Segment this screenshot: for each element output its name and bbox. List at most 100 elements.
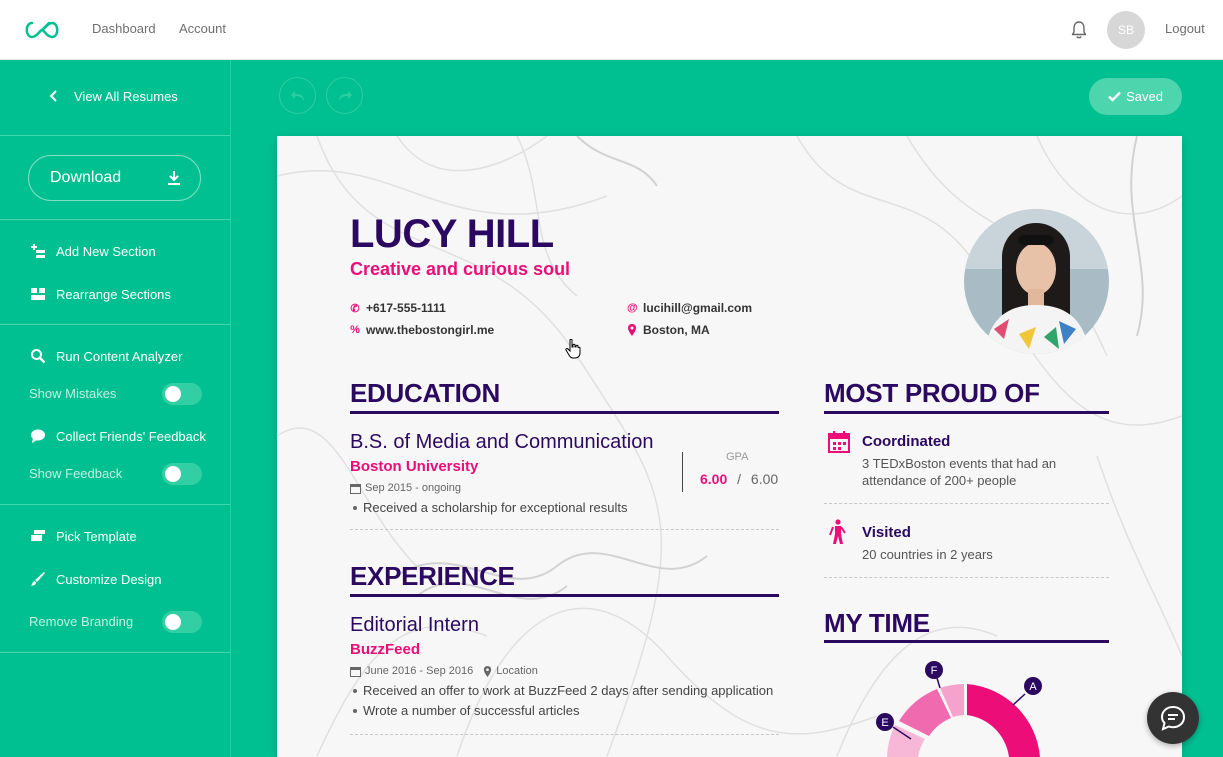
website-contact[interactable]: % www.thebostongirl.me (350, 323, 494, 337)
experience-bullet[interactable]: Received an offer to work at BuzzFeed 2 … (353, 683, 773, 698)
divider (0, 135, 230, 136)
chat-button[interactable] (1147, 692, 1199, 744)
show-mistakes-label: Show Mistakes (29, 386, 117, 401)
checkmark-icon (1108, 91, 1121, 102)
divider (0, 504, 230, 505)
profile-photo-illustration (964, 209, 1109, 354)
my-time-title[interactable]: MY TIME (824, 608, 930, 639)
logo-infinity-icon[interactable] (22, 18, 62, 42)
at-icon: @ (627, 302, 638, 314)
customize-design-button[interactable]: Customize Design (30, 571, 162, 587)
calendar-icon (350, 666, 361, 677)
chat-bubble-icon (31, 429, 45, 443)
remove-branding-label: Remove Branding (29, 614, 134, 629)
divider (350, 529, 779, 530)
add-section-button[interactable]: Add New Section (30, 243, 156, 259)
gpa-divider (682, 452, 683, 492)
experience-meta[interactable]: June 2016 - Sep 2016 Location (350, 665, 538, 677)
chat-icon (1160, 705, 1186, 731)
profile-photo[interactable] (964, 209, 1109, 354)
avatar[interactable]: SB (1107, 11, 1145, 49)
show-mistakes-toggle[interactable] (162, 383, 202, 405)
rearrange-sections-button[interactable]: Rearrange Sections (30, 286, 171, 302)
phone-icon: ✆ (350, 302, 360, 315)
hand-cursor-icon (565, 339, 581, 359)
redo-icon (338, 90, 352, 101)
degree-title[interactable]: B.S. of Media and Communication (350, 431, 654, 454)
education-title[interactable]: EDUCATION (350, 378, 500, 409)
proud-item-desc[interactable]: 3 TEDxBoston events that had an (862, 455, 1056, 472)
link-icon: % (350, 324, 360, 336)
rearrange-icon (31, 288, 45, 300)
analyzer-label: Run Content Analyzer (56, 348, 183, 364)
divider (350, 734, 779, 735)
add-section-label: Add New Section (56, 243, 156, 259)
logout-link[interactable]: Logout (1165, 21, 1205, 36)
education-dates-text: Sep 2015 - ongoing (365, 482, 462, 494)
proud-item-desc[interactable]: 20 countries in 2 years (862, 546, 993, 563)
phone-contact[interactable]: ✆ +617-555-1111 (350, 301, 446, 315)
proud-item-title[interactable]: Coordinated (862, 433, 950, 450)
label-a: A (1029, 681, 1037, 693)
nav-account[interactable]: Account (179, 21, 226, 36)
divider (824, 577, 1109, 578)
feedback-label: Collect Friends' Feedback (56, 428, 206, 444)
collect-feedback-button[interactable]: Collect Friends' Feedback (30, 428, 206, 444)
download-button[interactable]: Download (28, 155, 201, 201)
divider (0, 324, 230, 325)
rearrange-label: Rearrange Sections (56, 286, 171, 302)
phone-text: +617-555-1111 (366, 301, 446, 315)
location-text: Boston, MA (643, 323, 710, 337)
undo-button[interactable] (279, 77, 316, 114)
download-label: Download (50, 169, 122, 186)
my-time-donut[interactable]: A E F (867, 661, 1067, 757)
pick-template-label: Pick Template (56, 528, 137, 544)
location-contact[interactable]: Boston, MA (627, 323, 710, 337)
calendar-icon (828, 431, 850, 453)
nav-dashboard[interactable]: Dashboard (92, 21, 156, 36)
bell-icon[interactable] (1069, 20, 1089, 40)
saved-button[interactable]: Saved (1089, 78, 1182, 115)
customize-label: Customize Design (56, 571, 162, 587)
gpa-max: 6.00 (750, 471, 779, 487)
resume-canvas[interactable]: LUCY HILL Creative and curious soul ✆ +6… (277, 136, 1182, 757)
resume-name[interactable]: LUCY HILL (350, 212, 554, 257)
experience-bullet[interactable]: Wrote a number of successful articles (353, 703, 580, 718)
divider (0, 652, 230, 653)
gpa-separator: / (737, 471, 742, 487)
show-feedback-toggle[interactable] (162, 463, 202, 485)
content-analyzer-button[interactable]: Run Content Analyzer (30, 348, 182, 364)
view-all-resumes-link[interactable]: View All Resumes (46, 88, 178, 104)
donut-segment-e (899, 689, 951, 736)
gpa-label: GPA (726, 451, 749, 463)
pick-template-button[interactable]: Pick Template (30, 528, 137, 544)
add-section-icon (31, 244, 45, 258)
company-name[interactable]: BuzzFeed (350, 641, 420, 658)
proud-title[interactable]: MOST PROUD OF (824, 378, 1040, 409)
resume-tagline[interactable]: Creative and curious soul (350, 259, 570, 280)
redo-button[interactable] (326, 77, 363, 114)
my-time-rule (824, 640, 1109, 643)
experience-title[interactable]: EXPERIENCE (350, 561, 515, 592)
email-contact[interactable]: @ lucihill@gmail.com (627, 301, 752, 315)
gpa-value[interactable]: 6.00 / 6.00 (700, 471, 778, 487)
education-rule (350, 411, 779, 414)
bullet-dot (353, 688, 357, 693)
template-icon (31, 530, 45, 541)
map-pin-icon (628, 324, 636, 336)
school-name[interactable]: Boston University (350, 458, 478, 475)
show-feedback-label: Show Feedback (29, 466, 123, 481)
top-bar: Dashboard Account SB Logout (0, 0, 1223, 60)
education-dates[interactable]: Sep 2015 - ongoing (350, 482, 461, 494)
role-title[interactable]: Editorial Intern (350, 614, 479, 637)
calendar-icon (350, 483, 361, 494)
remove-branding-toggle[interactable] (162, 611, 202, 633)
proud-item-desc[interactable]: attendance of 200+ people (862, 472, 1016, 489)
experience-dates-text: June 2016 - Sep 2016 (365, 665, 474, 677)
proud-item-title[interactable]: Visited (862, 524, 911, 541)
hiker-icon (829, 519, 846, 544)
education-bullet[interactable]: Received a scholarship for exceptional r… (353, 500, 627, 515)
bullet-dot (353, 708, 357, 713)
label-f: F (931, 665, 938, 677)
divider (0, 219, 230, 220)
